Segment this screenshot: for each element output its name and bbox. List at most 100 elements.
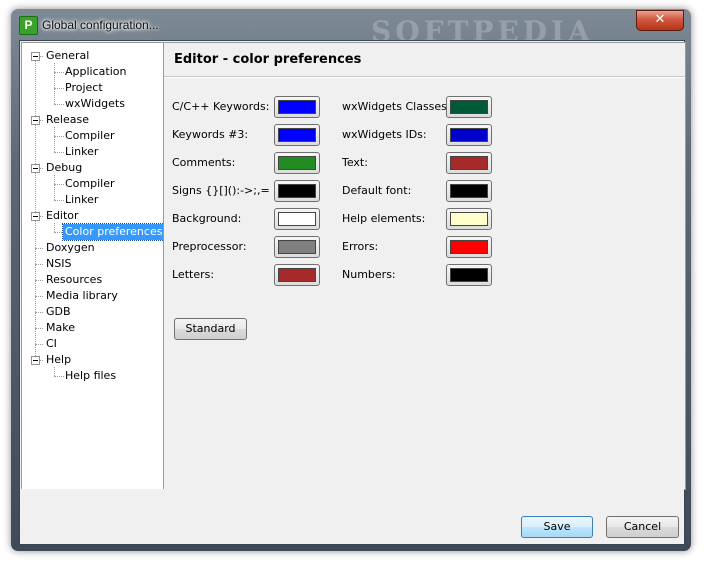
color-swatch: [450, 240, 488, 254]
color-swatch: [278, 240, 316, 254]
settings-panel: Editor - color preferences C/C++ Keyword…: [163, 42, 686, 490]
tree-item-resources[interactable]: Resources: [46, 272, 102, 288]
right-color-button-errors[interactable]: [446, 236, 492, 258]
tree-item-linker[interactable]: Linker: [65, 192, 98, 208]
tree-item-release[interactable]: Release: [46, 112, 89, 128]
panel-divider: [164, 76, 685, 78]
standard-button[interactable]: Standard: [174, 318, 247, 340]
collapse-icon[interactable]: [31, 212, 40, 221]
tree-item-compiler[interactable]: Compiler: [65, 176, 115, 192]
left-color-button-comments[interactable]: [274, 152, 320, 174]
tree-connector-line: [35, 328, 43, 329]
color-swatch: [450, 184, 488, 198]
tree-branch-line: [54, 127, 55, 152]
tree-item-help[interactable]: Help: [46, 352, 71, 368]
dialog-button-bar: Save Cancel: [20, 489, 684, 544]
close-button[interactable]: ✕: [636, 10, 684, 31]
tree-branch-line: [54, 223, 55, 232]
settings-tree[interactable]: General Application Project wxWidgets Releas…: [21, 42, 164, 490]
tree-connector-line: [35, 248, 43, 249]
tree-item-help-files[interactable]: Help files: [65, 368, 116, 384]
right-label-default-font: Default font:: [342, 184, 412, 197]
left-label-comments: Comments:: [172, 156, 236, 169]
tree-connector-line: [54, 152, 64, 153]
color-swatch: [450, 212, 488, 226]
left-color-button-keywords-3[interactable]: [274, 124, 320, 146]
app-icon: P: [19, 16, 38, 35]
tree-item-media-library[interactable]: Media library: [46, 288, 118, 304]
tree-branch-line: [54, 63, 55, 104]
window-title: Global configuration...: [42, 18, 159, 32]
left-label-keywords-3: Keywords #3:: [172, 128, 249, 141]
color-swatch: [278, 212, 316, 226]
right-color-button-wxwidgets-classes[interactable]: [446, 96, 492, 118]
tree-item-application[interactable]: Application: [65, 64, 126, 80]
close-icon: ✕: [654, 12, 666, 27]
panel-title: Editor - color preferences: [174, 52, 362, 67]
left-color-button-letters[interactable]: [274, 264, 320, 286]
tree-item-color-preferences[interactable]: Color preferences: [61, 223, 163, 241]
cancel-button[interactable]: Cancel: [606, 516, 679, 538]
left-color-button-preprocessor[interactable]: [274, 236, 320, 258]
collapse-icon[interactable]: [31, 164, 40, 173]
right-color-button-default-font[interactable]: [446, 180, 492, 202]
tree-item-gdb[interactable]: GDB: [46, 304, 71, 320]
collapse-icon[interactable]: [31, 356, 40, 365]
tree-branch-line: [54, 367, 55, 376]
right-label-help-elements: Help elements:: [342, 212, 426, 225]
tree-item-wxwidgets[interactable]: wxWidgets: [65, 96, 125, 112]
color-swatch: [450, 100, 488, 114]
color-swatch: [278, 128, 316, 142]
left-color-button-c-c-keywords[interactable]: [274, 96, 320, 118]
tree-item-editor[interactable]: Editor: [46, 208, 79, 224]
right-label-numbers: Numbers:: [342, 268, 396, 281]
tree-connector-line: [54, 136, 64, 137]
color-swatch: [278, 156, 316, 170]
right-label-errors: Errors:: [342, 240, 379, 253]
color-swatch: [278, 184, 316, 198]
tree-connector-line: [54, 200, 64, 201]
tree-connector-line: [54, 104, 64, 105]
right-label-text: Text:: [342, 156, 368, 169]
left-label-c-c-keywords: C/C++ Keywords:: [172, 100, 270, 113]
left-label-preprocessor: Preprocessor:: [172, 240, 247, 253]
tree-connector-line: [35, 264, 43, 265]
tree-item-doxygen[interactable]: Doxygen: [46, 240, 95, 256]
title-bar[interactable]: P Global configuration... SOFTPEDIA ✕: [11, 9, 691, 48]
color-swatch: [278, 268, 316, 282]
color-swatch: [450, 156, 488, 170]
tree-item-make[interactable]: Make: [46, 320, 75, 336]
tree-connector-line: [54, 184, 64, 185]
save-button[interactable]: Save: [521, 516, 593, 538]
tree-item-project[interactable]: Project: [65, 80, 103, 96]
left-color-button-background[interactable]: [274, 208, 320, 230]
collapse-icon[interactable]: [31, 116, 40, 125]
right-color-button-text[interactable]: [446, 152, 492, 174]
tree-connector-line: [35, 312, 43, 313]
right-label-wxwidgets-ids: wxWidgets IDs:: [342, 128, 427, 141]
tree-item-nsis[interactable]: NSIS: [46, 256, 71, 272]
tree-connector-line: [35, 344, 43, 345]
right-color-button-help-elements[interactable]: [446, 208, 492, 230]
left-color-button-signs[interactable]: [274, 180, 320, 202]
dialog-window: P Global configuration... SOFTPEDIA ✕ Ge…: [11, 9, 691, 551]
tree-connector-line: [54, 376, 64, 377]
tree-item-ci[interactable]: CI: [46, 336, 57, 352]
tree-connector-line: [35, 296, 43, 297]
dialog-client-area: General Application Project wxWidgets Releas…: [19, 40, 686, 545]
tree-connector-line: [54, 72, 64, 73]
tree-item-debug[interactable]: Debug: [46, 160, 82, 176]
right-color-button-wxwidgets-ids[interactable]: [446, 124, 492, 146]
left-label-signs: Signs {}[]():->;,=: [172, 184, 270, 197]
tree-item-general[interactable]: General: [46, 48, 89, 64]
tree-branch-line: [54, 175, 55, 200]
right-label-wxwidgets-classes: wxWidgets Classes:: [342, 100, 451, 113]
panel-header: Editor - color preferences: [164, 43, 685, 75]
tree-connector-line: [35, 280, 43, 281]
color-swatch: [450, 268, 488, 282]
collapse-icon[interactable]: [31, 52, 40, 61]
tree-item-linker[interactable]: Linker: [65, 144, 98, 160]
left-label-background: Background:: [172, 212, 242, 225]
right-color-button-numbers[interactable]: [446, 264, 492, 286]
tree-item-compiler[interactable]: Compiler: [65, 128, 115, 144]
